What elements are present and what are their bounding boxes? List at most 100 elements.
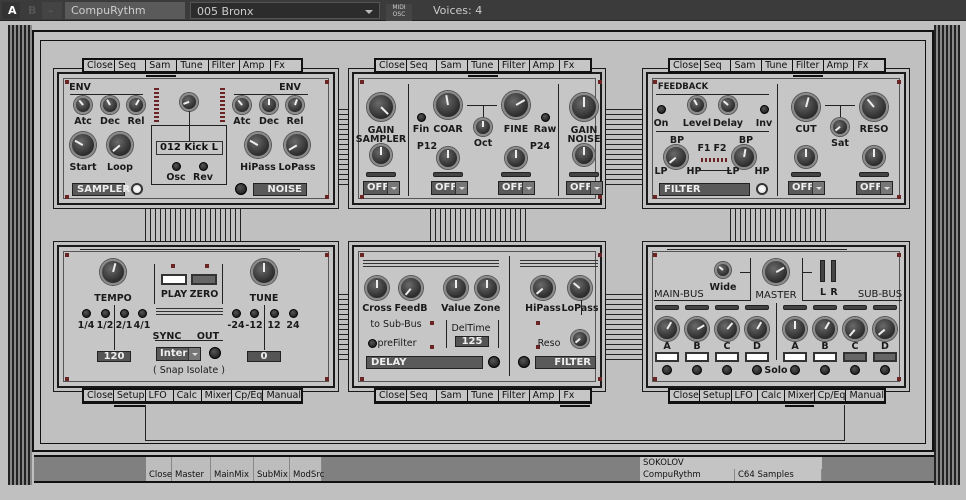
sub-channel-mute-button[interactable]	[813, 352, 837, 362]
fx-filter-led[interactable]	[518, 356, 530, 368]
cutoff-mod-select[interactable]: OFF	[788, 181, 825, 195]
main-channel-knob[interactable]	[715, 317, 739, 341]
main-channel-knob[interactable]	[745, 317, 769, 341]
main-channel-knob[interactable]	[685, 317, 709, 341]
left-level-meter[interactable]	[820, 260, 825, 282]
main-channel-mute-button[interactable]	[655, 352, 679, 362]
cutoff-knob[interactable]	[792, 93, 820, 121]
decay-knob-right[interactable]	[260, 96, 278, 114]
sub-channel-mute-button[interactable]	[873, 352, 897, 362]
tune-value[interactable]: 0	[247, 351, 281, 362]
sample-name-display[interactable]: 012 Kick L	[156, 141, 223, 155]
sampler-tab[interactable]: Seq	[115, 60, 147, 72]
slot-a-button[interactable]: A	[2, 2, 20, 19]
midi-osc-button[interactable]: MIDI OSC	[386, 4, 412, 21]
rate-led[interactable]	[137, 308, 147, 318]
mixer-tab[interactable]: Close	[670, 390, 700, 402]
sub-channel-knob[interactable]	[783, 317, 807, 341]
tune-tab[interactable]: Fx	[560, 60, 591, 72]
sampler-tab[interactable]: Fx	[270, 60, 301, 72]
lopass-knob[interactable]	[284, 132, 310, 158]
p24-knob[interactable]	[505, 147, 527, 169]
resonance-knob[interactable]	[860, 93, 888, 121]
setup-tab[interactable]: Mixer	[201, 390, 232, 402]
setup-tab[interactable]: Close	[84, 390, 114, 402]
setup-tab[interactable]: LFO	[145, 390, 174, 402]
attack-knob-left[interactable]	[74, 96, 92, 114]
transpose-led[interactable]	[249, 308, 259, 318]
p24-select[interactable]: OFF	[498, 181, 535, 195]
sampler-tab[interactable]: Tune	[177, 60, 209, 72]
octave-knob[interactable]	[474, 118, 492, 136]
zone-knob[interactable]	[475, 276, 499, 300]
prefilter-led[interactable]	[367, 338, 377, 348]
setup-tab[interactable]: Setup	[113, 390, 146, 407]
sub-channel-knob[interactable]	[843, 317, 867, 341]
filter-tab[interactable]: Tune	[762, 60, 793, 72]
attack-knob-right[interactable]	[233, 96, 251, 114]
tune-tab[interactable]: Filter	[498, 60, 530, 72]
sampler-mod-knob[interactable]	[370, 144, 392, 166]
instrument-name[interactable]: CompuRythm	[65, 2, 185, 19]
p12-knob[interactable]	[437, 147, 459, 169]
fx-tab[interactable]: Seq	[406, 390, 438, 402]
value-knob[interactable]	[444, 276, 468, 300]
p12-select[interactable]: OFF	[431, 181, 468, 195]
filter-tab[interactable]: Amp	[823, 60, 855, 72]
delay-button[interactable]: DELAY	[366, 356, 483, 369]
setup-tab[interactable]: Manual	[263, 390, 301, 402]
right-level-meter[interactable]	[831, 260, 836, 282]
main-channel-solo-led[interactable]	[752, 365, 762, 375]
sync-source-select[interactable]: Intern	[156, 347, 201, 361]
coarse-knob[interactable]	[434, 91, 462, 119]
loop-knob[interactable]	[107, 132, 133, 158]
sub-channel-mute-button[interactable]	[843, 352, 867, 362]
sampler-button[interactable]: SAMPLER	[72, 183, 130, 196]
sub-channel-knob[interactable]	[813, 317, 837, 341]
fx-tab[interactable]: Amp	[529, 390, 561, 402]
reso-mod-select[interactable]: OFF	[856, 181, 893, 195]
hipass-knob[interactable]	[245, 132, 271, 158]
transpose-led[interactable]	[231, 308, 241, 318]
raw-led[interactable]	[540, 112, 550, 122]
filter-tab[interactable]: Seq	[700, 60, 732, 72]
rate-led[interactable]	[119, 308, 129, 318]
tempo-knob[interactable]	[100, 259, 126, 285]
noise-button[interactable]: NOISE	[253, 183, 307, 196]
saturation-knob[interactable]	[831, 118, 849, 136]
mixer-tab[interactable]: Manual	[846, 390, 884, 402]
rate-led[interactable]	[81, 308, 91, 318]
tune-tab[interactable]: Seq	[406, 60, 438, 72]
setup-tab[interactable]: Cp/Eq	[231, 390, 264, 402]
fx-tab[interactable]: Tune	[468, 390, 499, 402]
tune-knob[interactable]	[251, 259, 277, 285]
transpose-led[interactable]	[269, 308, 279, 318]
wide-knob[interactable]	[715, 262, 731, 278]
minimize-button[interactable]: –	[42, 2, 62, 19]
filter-tab[interactable]: Sam	[731, 60, 763, 72]
main-channel-solo-led[interactable]	[692, 365, 702, 375]
main-channel-solo-led[interactable]	[662, 365, 672, 375]
sub-channel-solo-led[interactable]	[820, 365, 830, 375]
filter-tab[interactable]: Filter	[792, 60, 824, 77]
main-channel-mute-button[interactable]	[685, 352, 709, 362]
noise-mod-knob[interactable]	[573, 144, 595, 166]
filter1-type-knob[interactable]	[664, 145, 688, 169]
main-channel-mute-button[interactable]	[715, 352, 739, 362]
sampler-led[interactable]	[131, 183, 143, 195]
bottom-tab[interactable]: MainMix	[211, 469, 254, 481]
tune-tab[interactable]: Sam	[437, 60, 469, 72]
feedback-delay-knob[interactable]	[719, 96, 737, 114]
sample-select-knob[interactable]	[180, 93, 198, 111]
sub-channel-solo-led[interactable]	[790, 365, 800, 375]
fx-tab[interactable]: Sam	[437, 390, 469, 402]
mixer-tab[interactable]: Cp/Eq	[814, 390, 847, 402]
preset-dropdown[interactable]: 005 Bronx	[190, 2, 380, 19]
mixer-tab[interactable]: LFO	[731, 390, 759, 402]
gain-noise-knob[interactable]	[570, 93, 598, 121]
filter-led[interactable]	[756, 183, 768, 195]
feedback-on-led[interactable]	[656, 104, 666, 114]
main-channel-solo-led[interactable]	[722, 365, 732, 375]
zero-button[interactable]	[191, 274, 217, 285]
invert-led[interactable]	[759, 104, 769, 114]
